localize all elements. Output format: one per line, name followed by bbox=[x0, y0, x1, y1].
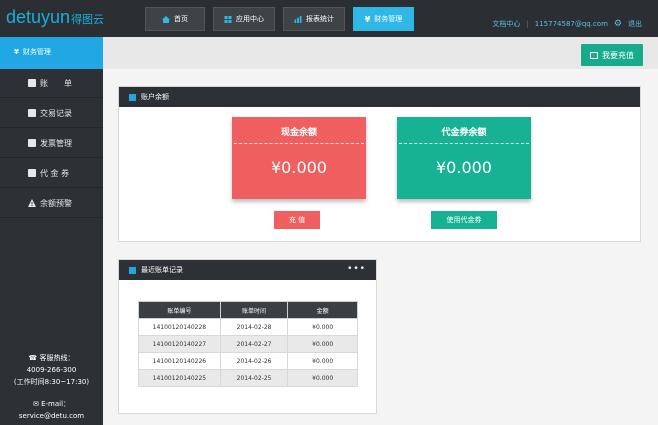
bills-table: 账单编号 账单时间 金额 14100120140228 2014-02-28 ¥… bbox=[138, 301, 358, 387]
sidebar-item-label: 发票管理 bbox=[40, 139, 72, 148]
bill-id-cell: 14100120140228 bbox=[138, 318, 221, 336]
sidebar-item-transactions[interactable]: 交易记录 bbox=[0, 99, 103, 128]
bill-id-cell: 14100120140226 bbox=[138, 352, 221, 370]
bill-date-cell: 2014-02-26 bbox=[219, 352, 289, 370]
logo-text: detuyun bbox=[6, 7, 71, 27]
yen-icon: ¥ bbox=[14, 48, 19, 56]
sidebar-finance-text: ¥ 财务管理 bbox=[14, 47, 51, 57]
sidebar-item-label: 交易记录 bbox=[40, 109, 72, 118]
chart-icon bbox=[294, 15, 302, 23]
bill-icon bbox=[129, 266, 136, 274]
recharge-icon bbox=[590, 51, 598, 59]
bill-date-cell: 2014-02-28 bbox=[219, 318, 289, 336]
bill-amount-cell: ¥0.000 bbox=[287, 352, 358, 370]
hotline-number: 4009-266-300 bbox=[26, 366, 77, 374]
balance-panel-header: 账户余额 bbox=[119, 87, 640, 107]
bill-date-cell: 2014-02-25 bbox=[219, 369, 289, 387]
yen-icon: ¥ bbox=[364, 14, 371, 24]
nav-reports-label: 报表统计 bbox=[306, 15, 334, 23]
sidebar-item-label: 余额预警 bbox=[40, 199, 72, 208]
divider: | bbox=[526, 20, 529, 28]
warning-icon bbox=[28, 199, 36, 207]
email-label-row: ✉ E-mail： bbox=[0, 398, 103, 410]
mail-icon: ✉ bbox=[32, 400, 42, 408]
sidebar-item-label: 代 金 券 bbox=[40, 169, 70, 178]
voucher-icon bbox=[28, 169, 36, 177]
bill-id-cell: 14100120140227 bbox=[138, 335, 221, 353]
nav-home-label: 首页 bbox=[174, 15, 188, 23]
service-email[interactable]: service@detu.com bbox=[0, 410, 103, 422]
top-right-links: 文档中心 | 115774587@qq.com ⚙ 退出 bbox=[492, 19, 642, 29]
balance-panel: 账户余额 现金余额 ¥0.000 充 值 代金券余额 ¥0.000 使用代金券 bbox=[118, 86, 641, 242]
apps-icon bbox=[224, 15, 232, 23]
sidebar-item-bill[interactable]: 账 单 bbox=[0, 69, 103, 98]
recent-bills-header: 最近账单记录 ••• bbox=[119, 260, 376, 280]
recharge-cash-button[interactable]: 充 值 bbox=[274, 211, 320, 229]
user-email-link[interactable]: 115774587@qq.com bbox=[535, 20, 608, 28]
transaction-icon bbox=[28, 109, 36, 117]
sidebar-item-balance-alert[interactable]: 余额预警 bbox=[0, 189, 103, 218]
nav-finance-label: 财务管理 bbox=[374, 15, 403, 23]
gear-icon[interactable]: ⚙ bbox=[614, 19, 622, 29]
voucher-balance-card: 代金券余额 ¥0.000 bbox=[397, 117, 531, 199]
column-header: 账单编号 bbox=[138, 301, 221, 319]
recharge-button[interactable]: 我要充值 bbox=[581, 44, 643, 66]
nav-home[interactable]: 首页 bbox=[145, 7, 205, 31]
sidebar-item-invoices[interactable]: 发票管理 bbox=[0, 129, 103, 158]
column-header: 账单时间 bbox=[219, 301, 289, 319]
logo-cn-text: 得图云 bbox=[71, 14, 105, 26]
table-header-row: 账单编号 账单时间 金额 bbox=[138, 301, 358, 319]
bill-date-cell: 2014-02-27 bbox=[219, 335, 289, 353]
docs-link[interactable]: 文档中心 bbox=[492, 19, 520, 29]
voucher-balance-value: ¥0.000 bbox=[436, 158, 492, 177]
cash-balance-title: 现金余额 bbox=[280, 128, 317, 138]
bill-amount-cell: ¥0.000 bbox=[287, 335, 358, 353]
hotline-label-row: ☎ 客服热线： bbox=[0, 352, 103, 364]
hotline-info: ☎ 客服热线： 4009-266-300 (工作时间8:30~17:30) bbox=[0, 352, 103, 388]
phone-icon: ☎ bbox=[28, 354, 40, 362]
sidebar-item-label: 账 单 bbox=[40, 79, 72, 88]
invoice-icon bbox=[28, 139, 36, 147]
hotline-label: 客服热线： bbox=[39, 354, 75, 362]
table-row[interactable]: 14100120140225 2014-02-25 ¥0.000 bbox=[138, 369, 358, 387]
table-row[interactable]: 14100120140228 2014-02-28 ¥0.000 bbox=[138, 318, 358, 336]
voucher-balance-title: 代金券余额 bbox=[441, 128, 487, 138]
divider bbox=[234, 143, 364, 144]
service-hours: (工作时间8:30~17:30) bbox=[13, 378, 90, 386]
nav-apps-label: 应用中心 bbox=[236, 15, 264, 23]
more-options-icon[interactable]: ••• bbox=[347, 264, 366, 274]
sidebar-active-label: 财务管理 bbox=[22, 48, 51, 56]
wallet-icon bbox=[129, 93, 136, 101]
table-row[interactable]: 14100120140227 2014-02-27 ¥0.000 bbox=[138, 335, 358, 353]
nav-reports[interactable]: 报表统计 bbox=[283, 7, 345, 31]
sidebar-item-finance[interactable]: ¥ 财务管理 bbox=[0, 37, 111, 69]
bill-icon bbox=[28, 79, 36, 87]
bill-id-cell: 14100120140225 bbox=[138, 369, 221, 387]
balance-panel-title: 账户余额 bbox=[141, 93, 169, 101]
column-header: 金额 bbox=[287, 301, 358, 319]
email-label: E-mail： bbox=[41, 400, 71, 408]
logo[interactable]: detuyun得图云 bbox=[6, 7, 104, 28]
bill-amount-cell: ¥0.000 bbox=[287, 318, 358, 336]
home-icon bbox=[162, 15, 170, 23]
bill-amount-cell: ¥0.000 bbox=[287, 369, 358, 387]
divider bbox=[399, 143, 529, 144]
sidebar-item-vouchers[interactable]: 代 金 券 bbox=[0, 159, 103, 188]
toolbar-band bbox=[103, 37, 658, 69]
cash-balance-value: ¥0.000 bbox=[271, 158, 327, 177]
cash-balance-card: 现金余额 ¥0.000 bbox=[232, 117, 366, 199]
use-voucher-button[interactable]: 使用代金券 bbox=[431, 211, 497, 229]
nav-apps[interactable]: 应用中心 bbox=[213, 7, 275, 31]
top-bar: detuyun得图云 首页 应用中心 报表统计 ¥ 财务管理 文档中心 | 11… bbox=[0, 0, 658, 37]
recent-bills-title: 最近账单记录 bbox=[141, 266, 183, 274]
nav-finance[interactable]: ¥ 财务管理 bbox=[353, 7, 414, 31]
recent-bills-panel: 最近账单记录 ••• 账单编号 账单时间 金额 14100120140228 2… bbox=[118, 259, 377, 414]
recharge-label: 我要充值 bbox=[602, 50, 634, 60]
table-row[interactable]: 14100120140226 2014-02-26 ¥0.000 bbox=[138, 352, 358, 370]
logout-link[interactable]: 退出 bbox=[628, 19, 642, 29]
email-info: ✉ E-mail： service@detu.com bbox=[0, 398, 103, 422]
